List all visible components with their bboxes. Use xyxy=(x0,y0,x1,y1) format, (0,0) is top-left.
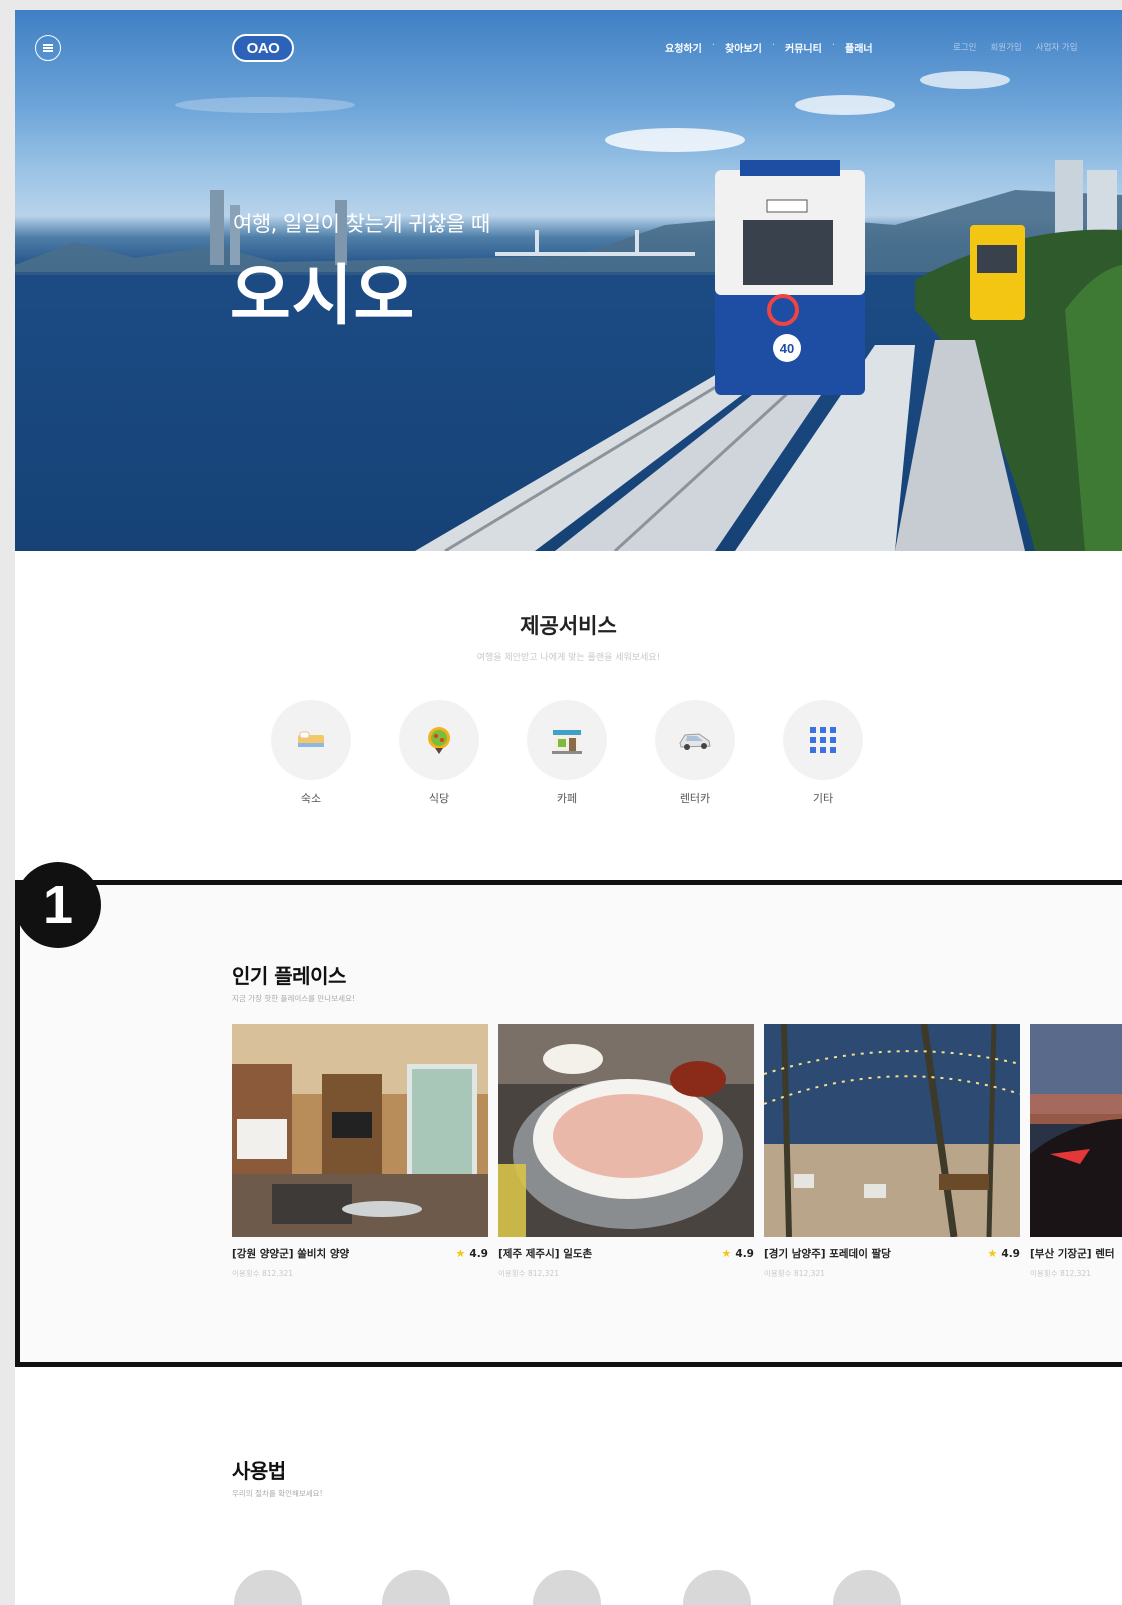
service-label: 숙소 xyxy=(300,792,322,805)
top-navigation: OAO 요청하기 · 찾아보기 · 커뮤니티 · 플래너 로그인 회원가입 사업… xyxy=(15,10,1122,80)
place-name: [강원 양양군] 쏠비치 양양 xyxy=(232,1248,350,1260)
nav-planner[interactable]: 플래너 xyxy=(845,40,873,55)
place-card[interactable]: [경기 남양주] 포레데이 팔당 ★ 4.9 이용횟수 812,321 xyxy=(764,1024,1020,1279)
svg-text:40: 40 xyxy=(780,341,794,356)
place-card[interactable]: [제주 제주시] 일도촌 ★ 4.9 이용횟수 812,321 xyxy=(498,1024,754,1279)
service-item-restaurant[interactable]: 식당 xyxy=(399,700,479,806)
place-photo-rental-car xyxy=(1030,1024,1122,1237)
howto-subtitle: 우리의 절차를 확인해보세요! xyxy=(232,1489,323,1498)
login-link[interactable]: 로그인 xyxy=(953,41,976,53)
grid-icon xyxy=(810,727,836,753)
hero-tagline: 여행, 일일이 찾는게 귀찮을 때 xyxy=(233,212,490,236)
howto-step-icon xyxy=(234,1570,302,1605)
place-photo-night-camp xyxy=(764,1024,1020,1237)
service-item-rentcar[interactable]: 렌터카 xyxy=(655,700,735,806)
place-usage-count: 이용횟수 812,321 xyxy=(1030,1269,1091,1278)
food-icon xyxy=(428,727,450,754)
hero-brand-title: 오시오 xyxy=(230,257,416,334)
hero-banner: 40 OAO 요청하기 · 찾아보기 · 커뮤니티 · 플래너 로그인 회원가입… xyxy=(15,10,1122,551)
hamburger-menu-icon[interactable] xyxy=(35,35,61,61)
place-name: [부산 기장군] 렌터 xyxy=(1030,1248,1115,1260)
popular-places-subtitle: 지금 가장 핫한 플레이스를 만나보세요! xyxy=(232,994,355,1003)
place-usage-count: 이용횟수 812,321 xyxy=(764,1269,825,1278)
services-title: 제공서비스 xyxy=(520,614,617,638)
service-label: 기타 xyxy=(812,792,834,805)
place-rating: 4.9 xyxy=(1001,1247,1020,1260)
star-icon: ★ xyxy=(721,1247,732,1260)
services-subtitle: 여행을 제안받고 나에게 맞는 플랜을 세워보세요! xyxy=(476,653,661,663)
place-name: [제주 제주시] 일도촌 xyxy=(498,1248,593,1260)
logo[interactable]: OAO xyxy=(232,34,294,62)
popular-places-list: [강원 양양군] 쏠비치 양양 ★ 4.9 이용횟수 812,321 [제주 제… xyxy=(232,1024,1122,1279)
service-label: 렌터카 xyxy=(679,792,711,805)
business-signup-link[interactable]: 사업자 가입 xyxy=(1036,41,1078,53)
place-usage-count: 이용횟수 812,321 xyxy=(498,1269,559,1278)
place-usage-count: 이용횟수 812,321 xyxy=(232,1269,293,1278)
howto-step-icon xyxy=(533,1570,601,1605)
nav-browse[interactable]: 찾아보기 xyxy=(725,40,762,55)
bed-icon xyxy=(298,731,324,747)
place-name: [경기 남양주] 포레데이 팔당 xyxy=(764,1248,891,1260)
cafe-icon xyxy=(552,730,582,754)
service-item-cafe[interactable]: 카페 xyxy=(527,700,607,806)
howto-step-icon xyxy=(683,1570,751,1605)
place-photo-hotel-room xyxy=(232,1024,488,1237)
place-rating: 4.9 xyxy=(735,1247,754,1260)
main-menu: 요청하기 · 찾아보기 · 커뮤니티 · 플래너 xyxy=(665,40,873,55)
service-item-etc[interactable]: 기타 xyxy=(783,700,863,806)
car-icon xyxy=(679,733,711,750)
utility-menu: 로그인 회원가입 사업자 가입 xyxy=(953,41,1078,53)
place-card[interactable]: [강원 양양군] 쏠비치 양양 ★ 4.9 이용횟수 812,321 xyxy=(232,1024,488,1279)
service-label: 카페 xyxy=(556,792,578,805)
service-item-lodging[interactable]: 숙소 xyxy=(271,700,351,806)
annotation-number-badge: 1 xyxy=(15,862,101,948)
hero-background-image: 40 xyxy=(15,71,1122,551)
star-icon: ★ xyxy=(987,1247,998,1260)
howto-title: 사용법 xyxy=(232,1459,286,1483)
service-label: 식당 xyxy=(428,792,450,805)
howto-step-icon xyxy=(382,1570,450,1605)
page-frame: 40 OAO 요청하기 · 찾아보기 · 커뮤니티 · 플래너 로그인 회원가입… xyxy=(15,10,1122,1605)
howto-step-icon xyxy=(833,1570,901,1605)
services-list: 숙소 식당 카페 렌터카 기타 xyxy=(271,700,863,806)
nav-community[interactable]: 커뮤니티 xyxy=(785,40,822,55)
signup-link[interactable]: 회원가입 xyxy=(990,41,1021,53)
place-photo-sashimi xyxy=(498,1024,754,1237)
nav-request[interactable]: 요청하기 xyxy=(665,40,702,55)
place-card[interactable]: [부산 기장군] 렌터 이용횟수 812,321 xyxy=(1030,1024,1122,1279)
place-rating: 4.9 xyxy=(469,1247,488,1260)
popular-places-title: 인기 플레이스 xyxy=(232,964,346,988)
star-icon: ★ xyxy=(455,1247,466,1260)
